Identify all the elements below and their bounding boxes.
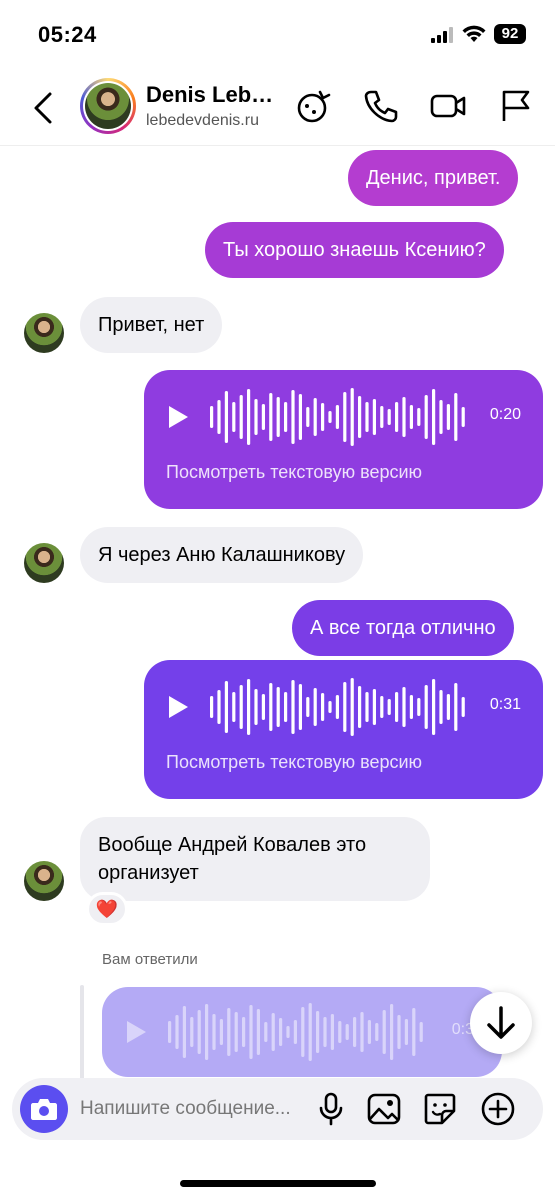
replied-label: Вам ответили: [102, 951, 198, 968]
microphone-icon[interactable]: [313, 1091, 349, 1127]
contact-subtitle: lebedevdenis.ru: [146, 112, 259, 129]
gallery-image-icon[interactable]: [366, 1091, 402, 1127]
voice-message[interactable]: 0:20 Посмотреть текстовую версию: [144, 370, 543, 509]
status-time: 05:24: [38, 22, 97, 47]
chat-header: Denis Leb… lebedevdenis.ru: [0, 70, 555, 146]
status-bar: 05:24 92: [0, 0, 555, 70]
voice-reply-message[interactable]: 0:3: [102, 987, 502, 1077]
view-transcript-link[interactable]: Посмотреть текстовую версию: [166, 752, 422, 773]
outgoing-message[interactable]: Денис, привет.: [348, 150, 519, 206]
heart-reaction[interactable]: ❤️: [86, 892, 128, 926]
sender-avatar[interactable]: [24, 543, 64, 583]
camera-button[interactable]: [20, 1085, 68, 1133]
message-composer: [12, 1078, 543, 1140]
audio-waveform[interactable]: [168, 1001, 428, 1063]
voice-duration: 0:31: [489, 696, 521, 713]
phone-call-icon[interactable]: [363, 88, 399, 124]
incoming-message[interactable]: Я через Аню Калашникову: [80, 527, 364, 583]
scroll-to-bottom-button[interactable]: [470, 992, 532, 1054]
outgoing-message[interactable]: Ты хорошо знаешь Ксению?: [205, 222, 504, 278]
camera-icon: [31, 1099, 57, 1120]
play-icon[interactable]: [124, 1019, 148, 1045]
play-icon[interactable]: [166, 404, 190, 430]
contact-name[interactable]: Denis Leb…: [146, 82, 281, 108]
message-input[interactable]: [80, 1096, 308, 1122]
audio-waveform[interactable]: [210, 676, 470, 738]
sender-avatar[interactable]: [24, 861, 64, 901]
game-controller-icon[interactable]: [296, 88, 332, 124]
sender-avatar[interactable]: [24, 313, 64, 353]
cellular-signal-icon: [431, 27, 453, 43]
audio-waveform[interactable]: [210, 386, 470, 448]
play-icon[interactable]: [166, 694, 190, 720]
battery-indicator: 92: [494, 24, 526, 44]
view-transcript-link[interactable]: Посмотреть текстовую версию: [166, 462, 422, 483]
reply-quote-line: [80, 985, 84, 1080]
flag-report-icon[interactable]: [498, 88, 534, 124]
heart-icon: ❤️: [95, 899, 119, 919]
incoming-message[interactable]: Привет, нет: [80, 297, 223, 353]
home-indicator: [180, 1180, 376, 1187]
arrow-down-icon: [487, 1006, 515, 1039]
wifi-icon: [462, 25, 486, 42]
incoming-message[interactable]: Вообще Андрей Ковалев это организует: [80, 817, 430, 901]
voice-message[interactable]: 0:31 Посмотреть текстовую версию: [144, 660, 543, 799]
outgoing-message[interactable]: А все тогда отлично: [292, 600, 514, 656]
contact-avatar[interactable]: [80, 78, 136, 134]
sticker-icon[interactable]: [422, 1091, 458, 1127]
video-call-icon[interactable]: [430, 88, 466, 124]
back-arrow-icon[interactable]: [30, 90, 60, 126]
voice-duration: 0:20: [489, 406, 521, 423]
add-plus-icon[interactable]: [480, 1091, 516, 1127]
